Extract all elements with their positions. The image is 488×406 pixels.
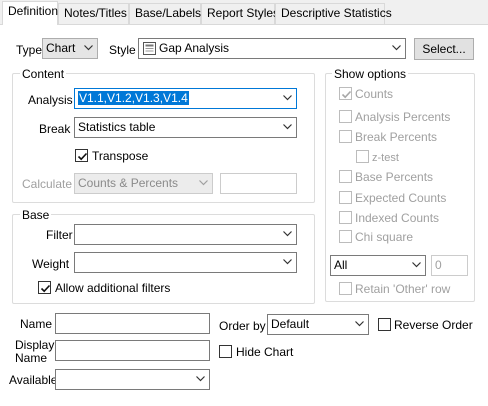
count-number-input[interactable]: 0: [431, 255, 468, 276]
expected-counts-label: Expected Counts: [355, 191, 447, 205]
calculate-select-value: Counts & Percents: [78, 176, 179, 190]
type-select-value: Chart: [46, 41, 76, 55]
chevron-down-icon: [412, 262, 421, 268]
chi-square-label: Chi square: [355, 230, 414, 244]
available-label: Available: [9, 373, 58, 387]
indexed-counts-checkbox[interactable]: [339, 211, 352, 224]
checkmark-icon: [341, 90, 352, 99]
analysis-select[interactable]: V1.1,V1.2,V1.3,V1.4: [74, 88, 297, 109]
expected-counts-checkbox[interactable]: [339, 191, 352, 204]
display-name-label-line2: Name: [15, 351, 48, 365]
retain-other-row-checkbox[interactable]: [339, 282, 352, 295]
break-select[interactable]: Statistics table: [74, 117, 297, 138]
counts-checkbox[interactable]: [339, 87, 352, 100]
filter-label: Filter: [46, 228, 73, 242]
retain-other-row-label: Retain 'Other' row: [355, 282, 451, 296]
calculate-label: Calculate: [22, 177, 73, 191]
reverse-order-checkbox[interactable]: [378, 318, 391, 331]
analysis-percents-checkbox[interactable]: [339, 110, 352, 123]
style-select[interactable]: Gap Analysis: [138, 38, 406, 59]
display-name-input[interactable]: [55, 340, 210, 361]
analysis-select-value: V1.1,V1.2,V1.3,V1.4: [78, 91, 189, 105]
order-by-label: Order by: [219, 319, 266, 333]
counts-label: Counts: [355, 87, 394, 101]
chevron-down-icon: [283, 95, 292, 101]
chevron-down-icon: [355, 321, 364, 327]
type-label: Type: [16, 43, 43, 57]
tab-notes-titles[interactable]: Notes/Titles: [58, 3, 129, 24]
transpose-label: Transpose: [92, 149, 149, 163]
tab-descriptive-statistics[interactable]: Descriptive Statistics: [275, 3, 392, 24]
tab-base-labels[interactable]: Base/Labels: [129, 3, 201, 24]
content-group-title: Content: [20, 67, 67, 81]
base-percents-checkbox[interactable]: [339, 170, 352, 183]
break-percents-checkbox[interactable]: [339, 130, 352, 143]
type-select[interactable]: Chart: [42, 38, 98, 59]
display-name-label-line1: Display: [15, 338, 55, 352]
checkmark-icon: [77, 152, 88, 161]
allow-additional-filters-label: Allow additional filters: [55, 281, 171, 295]
break-label: Break: [39, 122, 71, 136]
all-select[interactable]: All: [330, 255, 426, 276]
chevron-down-icon: [199, 180, 208, 186]
hide-chart-checkbox[interactable]: [219, 345, 232, 358]
z-test-label: z-test: [372, 152, 399, 164]
filter-select[interactable]: [74, 224, 297, 245]
show-options-title: Show options: [332, 67, 409, 81]
select-style-button[interactable]: Select...: [414, 38, 474, 60]
tab-definition[interactable]: Definition: [2, 1, 58, 25]
weight-label: Weight: [32, 257, 70, 271]
reverse-order-label: Reverse Order: [394, 318, 473, 332]
chevron-down-icon: [283, 231, 292, 237]
chevron-down-icon: [392, 45, 401, 51]
calculate-extra-input[interactable]: [220, 173, 297, 194]
tab-report-styles[interactable]: Report Styles: [201, 3, 279, 24]
calculate-select[interactable]: Counts & Percents: [74, 173, 213, 194]
style-select-value: Gap Analysis: [159, 41, 230, 55]
order-by-select[interactable]: Default: [267, 314, 369, 335]
transpose-checkbox[interactable]: [75, 149, 88, 162]
all-select-value: All: [334, 258, 348, 272]
analysis-percents-label: Analysis Percents: [355, 110, 451, 124]
chart-style-icon: [143, 42, 156, 55]
chevron-down-icon: [196, 376, 205, 382]
checkmark-icon: [40, 284, 51, 293]
weight-select[interactable]: [74, 252, 297, 273]
base-percents-label: Base Percents: [355, 170, 434, 184]
z-test-checkbox[interactable]: [356, 150, 369, 163]
base-group-title: Base: [20, 208, 52, 222]
name-label: Name: [20, 317, 53, 331]
break-select-value: Statistics table: [78, 120, 156, 134]
analysis-label: Analysis: [28, 93, 73, 107]
allow-additional-filters-checkbox[interactable]: [38, 281, 51, 294]
hide-chart-label: Hide Chart: [236, 345, 294, 359]
indexed-counts-label: Indexed Counts: [355, 211, 440, 225]
available-select[interactable]: [55, 369, 210, 390]
chevron-down-icon: [283, 259, 292, 265]
order-by-select-value: Default: [271, 317, 310, 331]
chevron-down-icon: [283, 124, 292, 130]
chi-square-checkbox[interactable]: [339, 230, 352, 243]
name-input[interactable]: [55, 313, 210, 334]
break-percents-label: Break Percents: [355, 130, 438, 144]
tab-bar: Definition Notes/Titles Base/Labels Repo…: [0, 0, 488, 26]
style-label: Style: [109, 43, 136, 57]
chevron-down-icon: [84, 45, 93, 51]
